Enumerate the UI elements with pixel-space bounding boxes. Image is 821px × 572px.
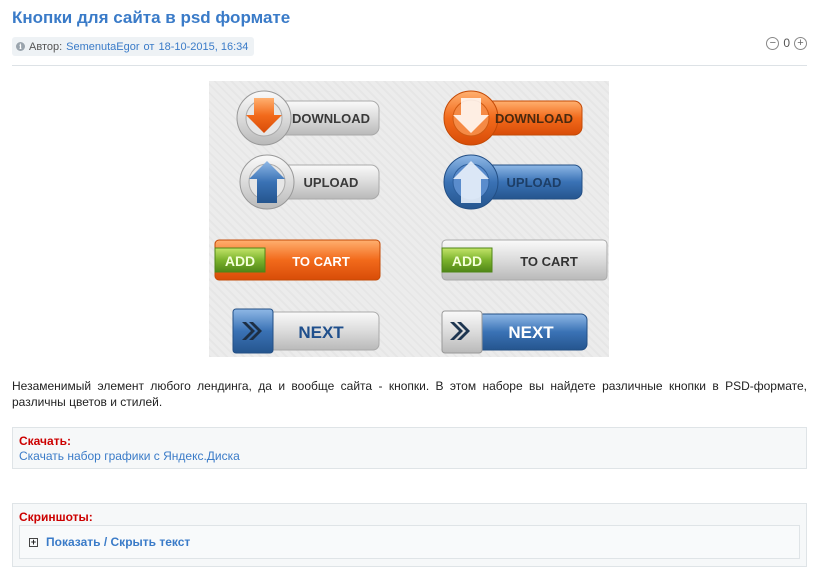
next-label-2: NEXT (508, 323, 554, 342)
author-prefix: Автор: (29, 40, 63, 53)
to-cart-label-1: TO CART (292, 254, 350, 269)
next-label-1: NEXT (298, 323, 344, 342)
author-link[interactable]: SemenutaEgor (66, 41, 139, 53)
spoiler-toggle[interactable]: + Показать / Скрыть текст (19, 525, 800, 559)
add-to-cart-orange: ADD TO CART (214, 239, 381, 281)
rate-down-button[interactable]: − (766, 36, 780, 50)
download-label-2: DOWNLOAD (495, 111, 573, 126)
rating-value: 0 (783, 36, 790, 50)
to-cart-label-2: TO CART (520, 254, 578, 269)
page-title[interactable]: Кнопки для сайта в psd формате (12, 8, 290, 28)
rating-widget: − 0 + (766, 36, 807, 50)
download-label-1: DOWNLOAD (292, 111, 370, 126)
date-prefix: от (143, 40, 155, 53)
add-label-2: ADD (452, 253, 482, 269)
download-button-silver: DOWNLOAD (236, 90, 380, 146)
next-button-silver: NEXT (232, 308, 380, 354)
screenshots-title: Скриншоты: (19, 510, 93, 524)
article-meta: i Автор: SemenutaEgor от 18-10-2015, 16:… (12, 37, 255, 56)
download-box: Скачать: Скачать набор графики с Яндекс.… (12, 427, 807, 469)
buttons-preview-graphic: DOWNLOAD DOWNLOAD UPLOAD UPLOAD ADD TO C… (214, 90, 608, 354)
expand-plus-icon[interactable]: + (29, 537, 38, 547)
screenshots-box: Скриншоты: + Показать / Скрыть текст (12, 503, 807, 567)
preview-image: DOWNLOAD DOWNLOAD UPLOAD UPLOAD ADD TO C… (209, 81, 609, 357)
rate-up-button[interactable]: + (794, 36, 807, 50)
article-date[interactable]: 18-10-2015, 16:34 (158, 41, 248, 53)
add-to-cart-silver: ADD TO CART (441, 239, 608, 281)
download-button-orange: DOWNLOAD (443, 90, 583, 146)
next-button-blue: NEXT (441, 310, 588, 354)
download-title: Скачать: (19, 434, 71, 448)
upload-button-blue: UPLOAD (443, 154, 583, 210)
info-icon: i (16, 42, 25, 51)
download-link[interactable]: Скачать набор графики с Яндекс.Диска (19, 449, 240, 463)
article-description: Незаменимый элемент любого лендинга, да … (12, 379, 807, 409)
upload-label-2: UPLOAD (507, 175, 562, 190)
upload-button-silver: UPLOAD (239, 154, 380, 210)
spoiler-label[interactable]: Показать / Скрыть текст (46, 535, 190, 549)
upload-label-1: UPLOAD (304, 175, 359, 190)
header-divider (12, 65, 807, 66)
add-label-1: ADD (225, 253, 255, 269)
